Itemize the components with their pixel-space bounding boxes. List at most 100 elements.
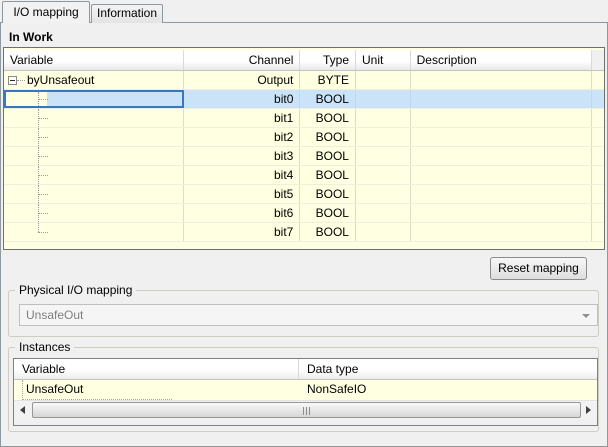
variable-cell[interactable]	[4, 109, 184, 127]
filler-cell	[592, 204, 604, 222]
instances-row[interactable]: UnsafeOut NonSafeIO	[14, 380, 597, 400]
description-cell[interactable]	[411, 166, 592, 184]
unit-cell[interactable]	[356, 90, 411, 108]
instances-header-row: Variable Data type	[14, 359, 597, 380]
tree-branch-icon	[38, 156, 48, 157]
description-cell[interactable]	[411, 204, 592, 222]
description-cell[interactable]	[411, 185, 592, 203]
reset-mapping-button[interactable]: Reset mapping	[490, 257, 587, 280]
tree-connector	[17, 80, 25, 81]
channel-cell[interactable]: bit6	[184, 204, 300, 222]
channel-cell[interactable]: bit7	[184, 223, 300, 241]
unit-cell[interactable]	[356, 223, 411, 241]
scroll-left-button[interactable]	[14, 401, 31, 419]
variable-cell[interactable]	[4, 166, 184, 184]
column-header-unit[interactable]: Unit	[356, 50, 411, 70]
unit-cell[interactable]	[356, 109, 411, 127]
tree-branch-icon	[38, 99, 48, 100]
tab-io-mapping[interactable]: I/O mapping	[2, 1, 90, 23]
filler-cell	[592, 223, 604, 241]
column-header-type[interactable]: Type	[300, 50, 356, 70]
unit-cell[interactable]	[356, 147, 411, 165]
unit-cell[interactable]	[356, 204, 411, 222]
column-header-variable[interactable]: Variable	[14, 359, 299, 379]
channel-cell[interactable]: bit5	[184, 185, 300, 203]
tree-branch-icon	[38, 194, 48, 195]
channel-cell[interactable]: bit3	[184, 147, 300, 165]
variable-cell[interactable]	[4, 185, 184, 203]
collapse-icon[interactable]	[8, 76, 17, 85]
instance-variable-value: UnsafeOut	[22, 380, 172, 400]
tree-line-icon	[38, 223, 39, 232]
instances-group: Instances Variable Data type UnsafeOut N…	[8, 347, 599, 432]
description-cell[interactable]	[411, 109, 592, 127]
channel-cell[interactable]: Output	[184, 71, 300, 89]
mapping-grid: Variable Channel Type Unit Description b…	[3, 47, 605, 250]
variable-cell[interactable]	[4, 128, 184, 146]
table-row[interactable]: bit2 BOOL	[4, 128, 604, 147]
variable-cell[interactable]	[4, 223, 184, 241]
column-header-description[interactable]: Description	[411, 50, 592, 70]
type-cell[interactable]: BOOL	[300, 90, 356, 108]
type-cell[interactable]: BOOL	[300, 109, 356, 127]
instance-data-type-cell[interactable]: NonSafeIO	[299, 380, 597, 400]
io-mapping-panel: I/O mapping Information In Work Variable…	[0, 0, 608, 447]
filler-cell	[592, 166, 604, 184]
physical-io-mapping-group: Physical I/O mapping UnsafeOut	[8, 290, 599, 337]
instances-label: Instances	[15, 340, 74, 354]
column-header-filler	[592, 50, 604, 70]
table-row[interactable]: byUnsafeout Output BYTE	[4, 71, 604, 90]
description-cell[interactable]	[411, 128, 592, 146]
physical-io-mapping-dropdown[interactable]: UnsafeOut	[19, 304, 598, 326]
variable-cell[interactable]: byUnsafeout	[4, 71, 184, 89]
table-row[interactable]: bit6 BOOL	[4, 204, 604, 223]
variable-cell[interactable]	[4, 147, 184, 165]
variable-cell-focused[interactable]	[4, 90, 184, 108]
type-cell[interactable]: BOOL	[300, 147, 356, 165]
section-title: In Work	[9, 30, 53, 44]
table-row[interactable]: bit7 BOOL	[4, 223, 604, 242]
filler-cell	[592, 147, 604, 165]
column-header-data-type[interactable]: Data type	[299, 359, 597, 379]
table-row-selected[interactable]: bit0 BOOL	[4, 90, 604, 109]
description-cell[interactable]	[411, 223, 592, 241]
table-row[interactable]: bit3 BOOL	[4, 147, 604, 166]
filler-cell	[592, 90, 604, 108]
description-cell[interactable]	[411, 147, 592, 165]
arrow-right-icon	[586, 406, 591, 414]
type-cell[interactable]: BYTE	[300, 71, 356, 89]
filler-cell	[592, 109, 604, 127]
type-cell[interactable]: BOOL	[300, 166, 356, 184]
grid-header-row: Variable Channel Type Unit Description	[4, 50, 604, 71]
table-row[interactable]: bit5 BOOL	[4, 185, 604, 204]
channel-cell[interactable]: bit1	[184, 109, 300, 127]
unit-cell[interactable]	[356, 71, 411, 89]
variable-name: byUnsafeout	[27, 71, 94, 89]
scrollbar-thumb[interactable]	[32, 402, 581, 418]
tree-branch-icon	[38, 118, 48, 119]
unit-cell[interactable]	[356, 166, 411, 184]
variable-cell[interactable]	[4, 204, 184, 222]
table-row[interactable]: bit1 BOOL	[4, 109, 604, 128]
unit-cell[interactable]	[356, 128, 411, 146]
type-cell[interactable]: BOOL	[300, 223, 356, 241]
unit-cell[interactable]	[356, 185, 411, 203]
column-header-channel[interactable]: Channel	[184, 50, 300, 70]
type-cell[interactable]: BOOL	[300, 128, 356, 146]
description-cell[interactable]	[411, 90, 592, 108]
description-cell[interactable]	[411, 71, 592, 89]
tree-branch-icon	[38, 213, 48, 214]
type-cell[interactable]: BOOL	[300, 204, 356, 222]
tab-information[interactable]: Information	[91, 4, 163, 23]
column-header-variable[interactable]: Variable	[4, 50, 184, 70]
channel-cell[interactable]: bit4	[184, 166, 300, 184]
scroll-right-button[interactable]	[580, 401, 597, 419]
channel-cell[interactable]: bit0	[184, 90, 300, 108]
instance-variable-cell[interactable]: UnsafeOut	[14, 380, 299, 400]
chevron-down-icon	[582, 314, 590, 318]
physical-io-mapping-label: Physical I/O mapping	[15, 283, 136, 297]
channel-cell[interactable]: bit2	[184, 128, 300, 146]
table-row[interactable]: bit4 BOOL	[4, 166, 604, 185]
type-cell[interactable]: BOOL	[300, 185, 356, 203]
horizontal-scrollbar[interactable]	[14, 400, 597, 419]
